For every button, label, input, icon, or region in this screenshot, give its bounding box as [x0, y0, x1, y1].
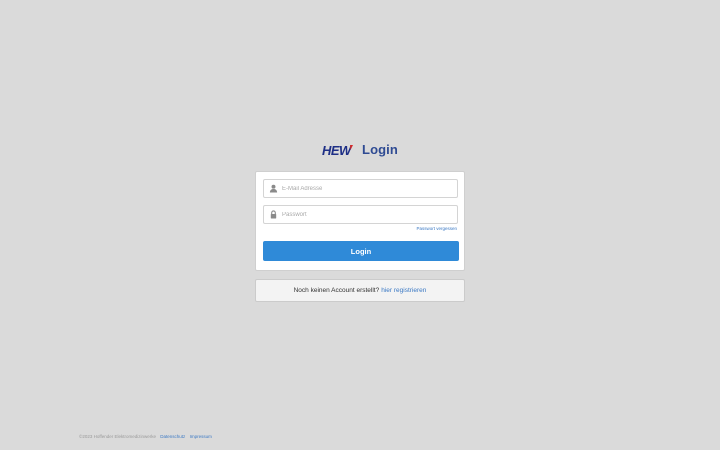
hew-logo-text: HEW — [322, 143, 353, 158]
email-input[interactable] — [282, 180, 452, 197]
privacy-link[interactable]: Datenschutz — [160, 434, 185, 439]
password-field-wrapper — [263, 205, 458, 224]
hew-logo: HEW — [322, 143, 354, 158]
login-header: HEW Login — [0, 138, 720, 160]
page-title: Login — [362, 141, 398, 157]
imprint-link[interactable]: Impressum — [190, 434, 212, 439]
password-input[interactable] — [282, 206, 452, 223]
register-prompt: Noch keinen Account erstellt? — [293, 287, 380, 294]
register-link[interactable]: hier registrieren — [381, 287, 426, 294]
logo-accent — [350, 145, 354, 150]
copyright-text: ©2023 Hoffender Elektromedizinwerke — [79, 434, 157, 439]
register-card: Noch keinen Account erstellt? hier regis… — [255, 279, 465, 302]
login-button[interactable]: Login — [263, 241, 459, 261]
login-card: Passwort vergessen Login — [255, 171, 465, 271]
user-icon — [269, 184, 278, 193]
lock-icon — [270, 210, 277, 219]
forgot-password-link[interactable]: Passwort vergessen — [416, 226, 457, 231]
login-page: HEW Login Passwort vergessen Login Noch … — [0, 0, 720, 450]
footer: ©2023 Hoffender Elektromedizinwerke Date… — [79, 434, 212, 439]
email-field-wrapper — [263, 179, 458, 198]
